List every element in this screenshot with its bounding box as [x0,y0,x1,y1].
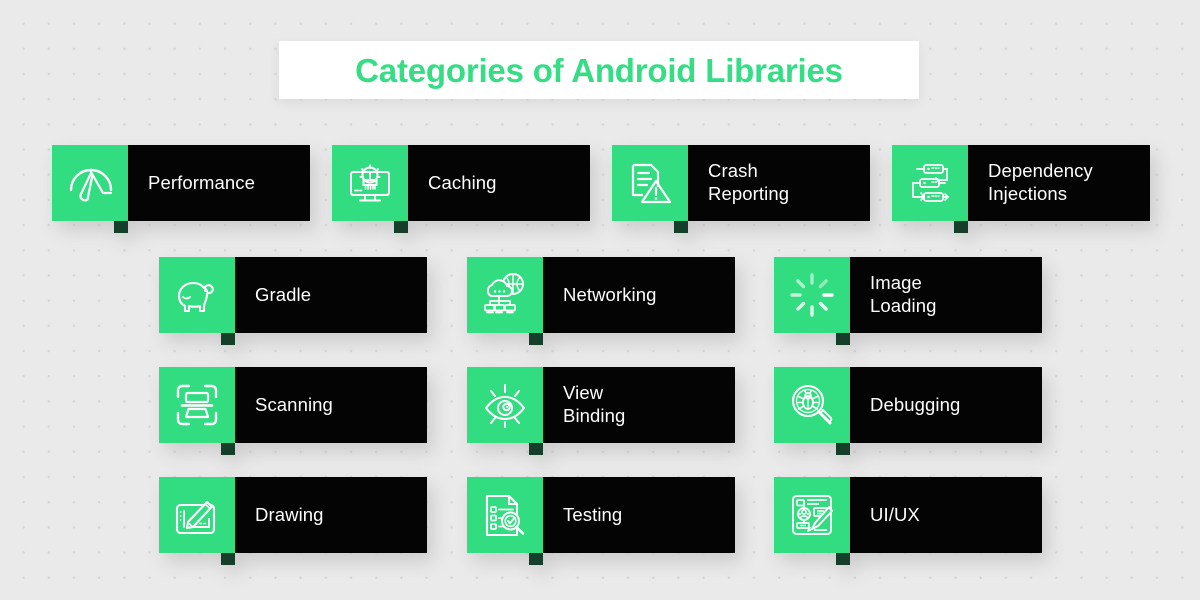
speedometer-icon [69,168,113,202]
category-icon-tile [467,477,543,553]
category-card[interactable]: Image Loading [774,257,1042,345]
category-label-plate: Crash Reporting [674,145,870,233]
category-icon-tile [774,257,850,333]
category-label-plate: UI/UX [836,477,1042,565]
category-card[interactable]: Caching [332,145,590,233]
category-label-plate: Performance [114,145,310,233]
category-label: Caching [428,171,497,193]
category-label: Gradle [255,283,312,305]
category-label: Debugging [870,393,961,415]
category-label-plate: Dependency Injections [954,145,1150,233]
category-icon-tile [467,257,543,333]
category-label: View Binding [563,382,626,426]
category-label: Crash Reporting [708,160,790,204]
category-label: Image Loading [870,272,937,316]
category-icon-tile [159,477,235,553]
category-label: UI/UX [870,503,920,525]
dependency-modules-icon [912,164,949,202]
category-icon-tile [774,367,850,443]
category-label: Performance [148,171,256,193]
category-card[interactable]: Dependency Injections [892,145,1150,233]
category-card[interactable]: View Binding [467,367,735,455]
category-label-plate: Gradle [221,257,427,345]
category-card[interactable]: Scanning [159,367,427,455]
eye-rays-icon [484,383,526,428]
category-card[interactable]: Gradle [159,257,427,345]
test-checklist-icon [485,494,525,537]
category-card[interactable]: UI/UX [774,477,1042,565]
category-icon-tile [159,367,235,443]
monitor-gear-brush-icon [350,164,390,202]
category-label-plate: Image Loading [836,257,1042,345]
category-label-plate: Networking [529,257,735,345]
category-label: Scanning [255,393,333,415]
category-icon-tile [467,367,543,443]
category-label-plate: Testing [529,477,735,565]
infographic-canvas: Categories of Android Libraries Performa… [0,0,1200,600]
scanner-frame-icon [176,384,218,426]
category-card[interactable]: Performance [52,145,310,233]
category-label-plate: Debugging [836,367,1042,455]
page-title: Categories of Android Libraries [355,51,843,89]
category-card[interactable]: Debugging [774,367,1042,455]
category-card[interactable]: Crash Reporting [612,145,870,233]
elephant-icon [177,281,214,313]
category-card[interactable]: Testing [467,477,735,565]
loading-spinner-icon [790,273,834,317]
category-icon-tile [612,145,688,221]
category-label: Dependency Injections [988,160,1093,204]
category-label: Drawing [255,503,324,525]
category-label-plate: Scanning [221,367,427,455]
category-card[interactable]: Networking [467,257,735,345]
cloud-network-icon [484,273,524,314]
document-warning-icon [631,163,672,204]
title-banner: Categories of Android Libraries [279,41,919,99]
category-label-plate: View Binding [529,367,735,455]
bug-magnifier-icon [791,384,833,425]
category-icon-tile [774,477,850,553]
category-icon-tile [332,145,408,221]
wireframe-brush-icon [792,495,833,535]
drawing-tablet-icon [175,500,216,535]
category-icon-tile [892,145,968,221]
category-label: Testing [563,503,623,525]
category-label-plate: Caching [394,145,590,233]
category-label-plate: Drawing [221,477,427,565]
category-icon-tile [52,145,128,221]
category-icon-tile [159,257,235,333]
category-card[interactable]: Drawing [159,477,427,565]
category-label: Networking [563,283,657,305]
